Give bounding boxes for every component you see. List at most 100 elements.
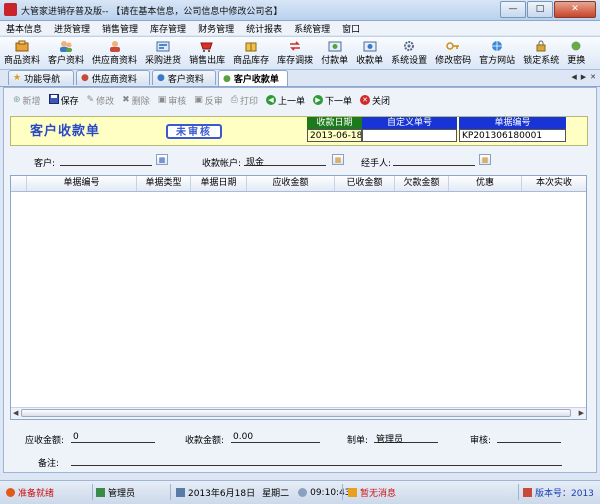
menu-finance[interactable]: 财务管理 xyxy=(192,21,240,35)
status-divider xyxy=(342,484,343,500)
app-icon xyxy=(4,3,17,16)
tab-supplier-info[interactable]: ● 供应商资料 xyxy=(76,70,150,85)
handler-lookup-button[interactable]: ▦ xyxy=(479,154,491,165)
toolbar-payment-button[interactable]: 付款单 xyxy=(317,37,352,69)
toolbar-receipt-button[interactable]: 收款单 xyxy=(352,37,387,69)
column-header[interactable]: 已收金额 xyxy=(335,176,395,191)
column-header[interactable]: 单据日期 xyxy=(191,176,247,191)
customer-icon xyxy=(59,39,74,52)
detail-table: 单据编号 单据类型 单据日期 应收金额 已收金额 欠款金额 优惠 本次实收 ◀ … xyxy=(10,175,587,420)
status-user: 管理员 xyxy=(96,486,135,499)
print-button[interactable]: ⎙ 打印 xyxy=(229,92,260,108)
calendar-icon xyxy=(176,488,185,497)
menu-purchase[interactable]: 进货管理 xyxy=(48,21,96,35)
customer-input[interactable] xyxy=(60,155,152,166)
menu-sales[interactable]: 销售管理 xyxy=(96,21,144,35)
toolbar-stock-button[interactable]: 商品库存 xyxy=(229,37,273,69)
edit-button[interactable]: ✎ 修改 xyxy=(85,92,117,108)
minimize-button[interactable]: — xyxy=(500,1,526,18)
scroll-left-icon[interactable]: ◀ xyxy=(13,409,18,417)
audit-icon: ▣ xyxy=(157,95,167,105)
toolbar-settings-button[interactable]: 系统设置 xyxy=(387,37,431,69)
tab-customer-receipt[interactable]: ● 客户收款单 xyxy=(218,70,288,86)
print-icon: ⎙ xyxy=(230,95,238,105)
version-icon xyxy=(523,488,532,497)
tab-close-icon[interactable]: ✕ xyxy=(590,73,596,81)
tab-next-icon[interactable]: ▶ xyxy=(581,73,586,81)
arrow-right-icon: ▶ xyxy=(313,95,323,105)
customer-lookup-button[interactable]: ▦ xyxy=(156,154,168,165)
column-header[interactable]: 优惠 xyxy=(449,176,522,191)
prev-record-button[interactable]: ◀ 上一单 xyxy=(264,92,307,108)
toolbar-sales-button[interactable]: 销售出库 xyxy=(185,37,229,69)
menu-system[interactable]: 系统管理 xyxy=(288,21,336,35)
toolbar-supplier-button[interactable]: 供应商资料 xyxy=(88,37,141,69)
handler-input[interactable] xyxy=(393,155,475,166)
account-input[interactable]: 现金 xyxy=(244,155,326,168)
status-datetime: 2013年6月18日 星期二 09:10:43 xyxy=(176,486,351,499)
menu-reports[interactable]: 统计报表 xyxy=(240,21,288,35)
info-icon xyxy=(6,488,15,497)
toolbar-password-button[interactable]: 修改密码 xyxy=(431,37,475,69)
toolbar-customer-button[interactable]: 客户资料 xyxy=(44,37,88,69)
switch-icon xyxy=(569,39,584,52)
toolbar-goods-button[interactable]: 商品资料 xyxy=(0,37,44,69)
new-button[interactable]: ⊕ 新增 xyxy=(11,92,43,108)
status-divider xyxy=(170,484,171,500)
toolbar-purchase-button[interactable]: 采购进货 xyxy=(141,37,185,69)
toolbar-switch-button[interactable]: 更换 xyxy=(563,37,589,69)
user-icon xyxy=(96,488,105,497)
delete-button[interactable]: ✖ 删除 xyxy=(120,92,152,108)
account-lookup-button[interactable]: ▦ xyxy=(332,154,344,165)
scroll-right-icon[interactable]: ▶ xyxy=(579,409,584,417)
maximize-button[interactable]: □ xyxy=(527,1,553,18)
column-header[interactable]: 本次实收 xyxy=(522,176,586,191)
receivable-label: 应收金额: xyxy=(25,436,65,446)
menu-inventory[interactable]: 库存管理 xyxy=(144,21,192,35)
website-icon xyxy=(490,39,505,52)
purchase-icon xyxy=(156,39,171,52)
column-header[interactable]: 应收金额 xyxy=(247,176,335,191)
remark-input[interactable] xyxy=(71,455,562,466)
close-doc-button[interactable]: ✕ 关闭 xyxy=(358,92,392,108)
close-window-button[interactable]: ✕ xyxy=(554,1,596,18)
received-label: 收款金额: xyxy=(185,436,225,446)
tab-function-nav[interactable]: ★ 功能导航 xyxy=(8,70,74,85)
account-label: 收款帐户: xyxy=(202,159,242,169)
status-messages[interactable]: 暂无消息 xyxy=(348,486,396,499)
password-icon xyxy=(446,39,461,52)
auditor-value xyxy=(497,432,561,443)
auditor-label: 审核: xyxy=(470,436,492,446)
horizontal-scrollbar[interactable]: ◀ ▶ xyxy=(11,407,586,419)
maker-label: 制单: xyxy=(347,436,369,446)
toolbar-website-button[interactable]: 官方网站 xyxy=(475,37,519,69)
toolbar-transfer-button[interactable]: 库存调拨 xyxy=(273,37,317,69)
menu-basic-info[interactable]: 基本信息 xyxy=(0,21,48,35)
main-toolbar: 商品资料 客户资料 供应商资料 采购进货 销售出库 商品库存 库存调拨 付款单 … xyxy=(0,36,600,70)
custom-no-field[interactable] xyxy=(362,129,457,142)
save-button[interactable]: 保存 xyxy=(47,92,81,108)
audit-button[interactable]: ▣ 审核 xyxy=(156,92,189,108)
scrollbar-thumb[interactable] xyxy=(21,409,571,417)
next-record-button[interactable]: ▶ 下一单 xyxy=(311,92,354,108)
tab-prev-icon[interactable]: ◀ xyxy=(571,73,576,81)
unaudit-button[interactable]: ▣ 反审 xyxy=(192,92,225,108)
toolbar-lock-button[interactable]: 锁定系统 xyxy=(519,37,563,69)
menu-bar: 基本信息 进货管理 销售管理 库存管理 财务管理 统计报表 系统管理 窗口 xyxy=(0,21,600,35)
window-title: 大管家进销存普及版-- 【请在基本信息，公司信息中修改公司名】 xyxy=(21,7,283,17)
menu-window[interactable]: 窗口 xyxy=(336,21,366,35)
date-header: 收款日期 xyxy=(307,117,362,129)
tab-customer-info[interactable]: ● 客户资料 xyxy=(152,70,216,85)
column-header[interactable]: 单据编号 xyxy=(27,176,137,191)
column-header[interactable]: 欠款金额 xyxy=(395,176,449,191)
column-header[interactable]: 单据类型 xyxy=(137,176,191,191)
payment-icon xyxy=(327,39,342,52)
lookup-icon: ▦ xyxy=(334,155,342,164)
remark-label: 备注: xyxy=(38,459,60,469)
doc-no-header: 单据编号 xyxy=(459,117,566,129)
title-bar: 大管家进销存普及版-- 【请在基本信息，公司信息中修改公司名】 — □ ✕ xyxy=(0,0,600,21)
doc-no-field: KP201306180001 xyxy=(459,129,566,142)
arrow-left-icon: ◀ xyxy=(265,95,276,105)
table-header: 单据编号 单据类型 单据日期 应收金额 已收金额 欠款金额 优惠 本次实收 xyxy=(11,176,586,192)
date-field[interactable]: 2013-06-18 xyxy=(307,129,362,142)
